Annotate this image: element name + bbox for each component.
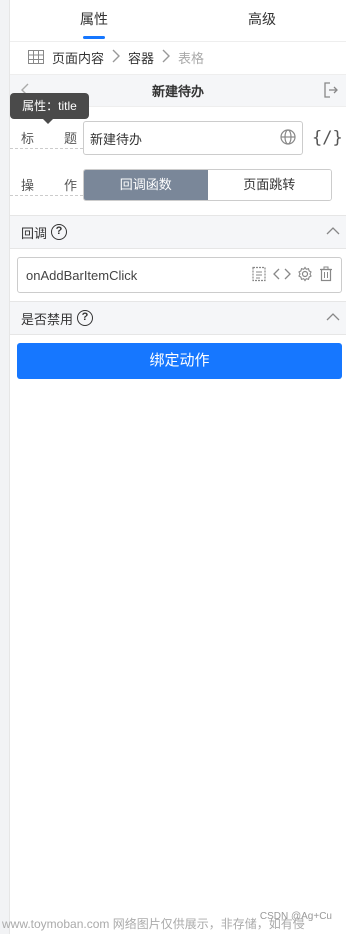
credit-text: CSDN @Ag+Cu	[259, 911, 332, 922]
callback-function-name: onAddBarItemClick	[26, 267, 138, 283]
chevron-up-icon[interactable]	[326, 310, 340, 325]
exit-icon[interactable]	[324, 82, 338, 101]
property-tooltip: 属性：title	[10, 93, 89, 124]
title-input-value: 新建待办	[90, 131, 143, 147]
help-icon[interactable]: ?	[77, 310, 94, 326]
disabled-section-title: 是否禁用	[21, 311, 74, 327]
breadcrumb-table: 表格	[178, 50, 205, 66]
document-icon[interactable]	[251, 266, 267, 285]
trash-icon[interactable]	[319, 266, 333, 285]
callback-section-header[interactable]: 回调 ?	[10, 215, 346, 249]
breadcrumb: 页面内容 容器 表格	[10, 42, 346, 72]
breadcrumb-page-content[interactable]: 页面内容	[52, 48, 104, 67]
component-title: 新建待办	[151, 84, 204, 99]
chevron-up-icon[interactable]	[326, 224, 340, 239]
chevron-right-icon	[104, 49, 128, 66]
title-label-char2: 题	[63, 131, 77, 146]
callback-actions	[251, 266, 333, 285]
title-label-char1: 标	[21, 131, 35, 146]
callback-function-field[interactable]: onAddBarItemClick	[17, 257, 342, 293]
option-callback-function[interactable]: 回调函数	[84, 170, 208, 200]
title-label: 标 题	[10, 127, 83, 149]
tab-advanced[interactable]: 高级	[178, 0, 346, 41]
left-gutter	[0, 0, 10, 934]
variable-binding-icon[interactable]: {/}	[312, 128, 343, 148]
option-page-navigation[interactable]: 页面跳转	[207, 170, 331, 200]
tab-properties[interactable]: 属性	[10, 0, 178, 41]
code-icon[interactable]	[273, 266, 291, 285]
breadcrumb-container[interactable]: 容器	[128, 48, 154, 67]
gear-icon[interactable]	[297, 266, 313, 285]
operation-label-char2: 作	[63, 178, 77, 193]
active-tab-indicator	[83, 36, 105, 39]
title-row: 标 题 新建待办 {/}	[10, 121, 346, 155]
tab-bar: 属性 高级	[10, 0, 346, 42]
properties-panel: 属性 高级 页面内容 容器 表格 新建待办 属性：title 标 题 新建待办 …	[10, 0, 346, 934]
table-grid-icon	[28, 50, 44, 64]
callback-section-title: 回调	[21, 225, 48, 241]
bind-action-button[interactable]: 绑定动作	[17, 343, 342, 379]
operation-label-char1: 操	[21, 178, 35, 193]
operation-label: 操 作	[10, 174, 83, 196]
disabled-section-header[interactable]: 是否禁用 ?	[10, 301, 346, 335]
help-icon[interactable]: ?	[51, 224, 68, 240]
operation-row: 操 作 回调函数 页面跳转	[10, 168, 346, 202]
chevron-right-icon	[154, 49, 178, 66]
title-input[interactable]: 新建待办	[83, 121, 303, 155]
globe-icon[interactable]	[280, 128, 296, 148]
operation-segmented-control: 回调函数 页面跳转	[83, 169, 332, 201]
